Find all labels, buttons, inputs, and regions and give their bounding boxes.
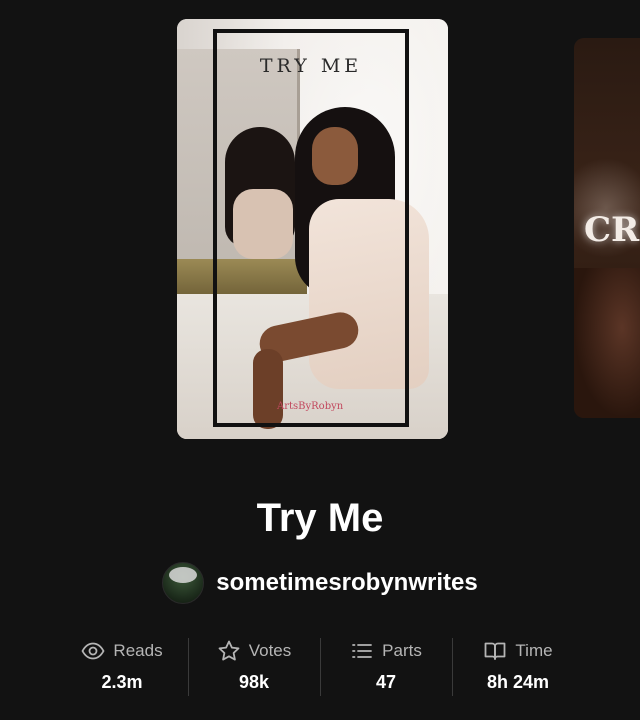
cover-next-title-text: CR: [584, 210, 640, 250]
stat-votes-header: Votes: [217, 636, 292, 666]
author-avatar[interactable]: [162, 562, 205, 604]
stat-time: Time 8h 24m: [452, 636, 584, 700]
story-stats: Reads 2.3m Votes 98k Parts 47 Time 8h 24…: [56, 636, 584, 700]
stat-reads-header: Reads: [81, 636, 163, 666]
story-cover-current[interactable]: TRY ME ArtsByRobyn: [177, 19, 448, 439]
stat-parts: Parts 47: [320, 636, 452, 700]
cover-title-text: TRY ME: [259, 55, 363, 77]
stat-time-value: 8h 24m: [486, 672, 550, 692]
author-row[interactable]: sometimesrobynwrites: [0, 562, 640, 604]
cover-next-art: [574, 268, 640, 418]
story-cover-next[interactable]: CR: [574, 38, 640, 418]
stat-votes: Votes 98k: [188, 636, 320, 700]
star-icon: [217, 639, 241, 663]
author-name[interactable]: sometimesrobynwrites: [216, 569, 477, 597]
stat-votes-value: 98k: [238, 672, 270, 692]
cover-watermark: ArtsByRobyn: [277, 401, 344, 412]
stat-parts-label: Parts: [382, 641, 422, 660]
stat-reads-value: 2.3m: [101, 672, 143, 692]
eye-icon: [81, 639, 105, 663]
story-title: Try Me: [256, 496, 384, 540]
book-icon: [483, 639, 507, 663]
story-details-page: TRY ME ArtsByRobyn CR Try Me sometimesro…: [0, 0, 640, 720]
stat-votes-label: Votes: [248, 641, 292, 660]
stat-parts-value: 47: [375, 672, 397, 692]
list-icon: [350, 639, 374, 663]
stat-parts-header: Parts: [350, 636, 422, 666]
cover-frame: [213, 29, 409, 427]
stat-time-label: Time: [515, 641, 553, 660]
stat-reads: Reads 2.3m: [56, 636, 188, 700]
stat-time-header: Time: [483, 636, 553, 666]
stat-reads-label: Reads: [113, 641, 163, 660]
